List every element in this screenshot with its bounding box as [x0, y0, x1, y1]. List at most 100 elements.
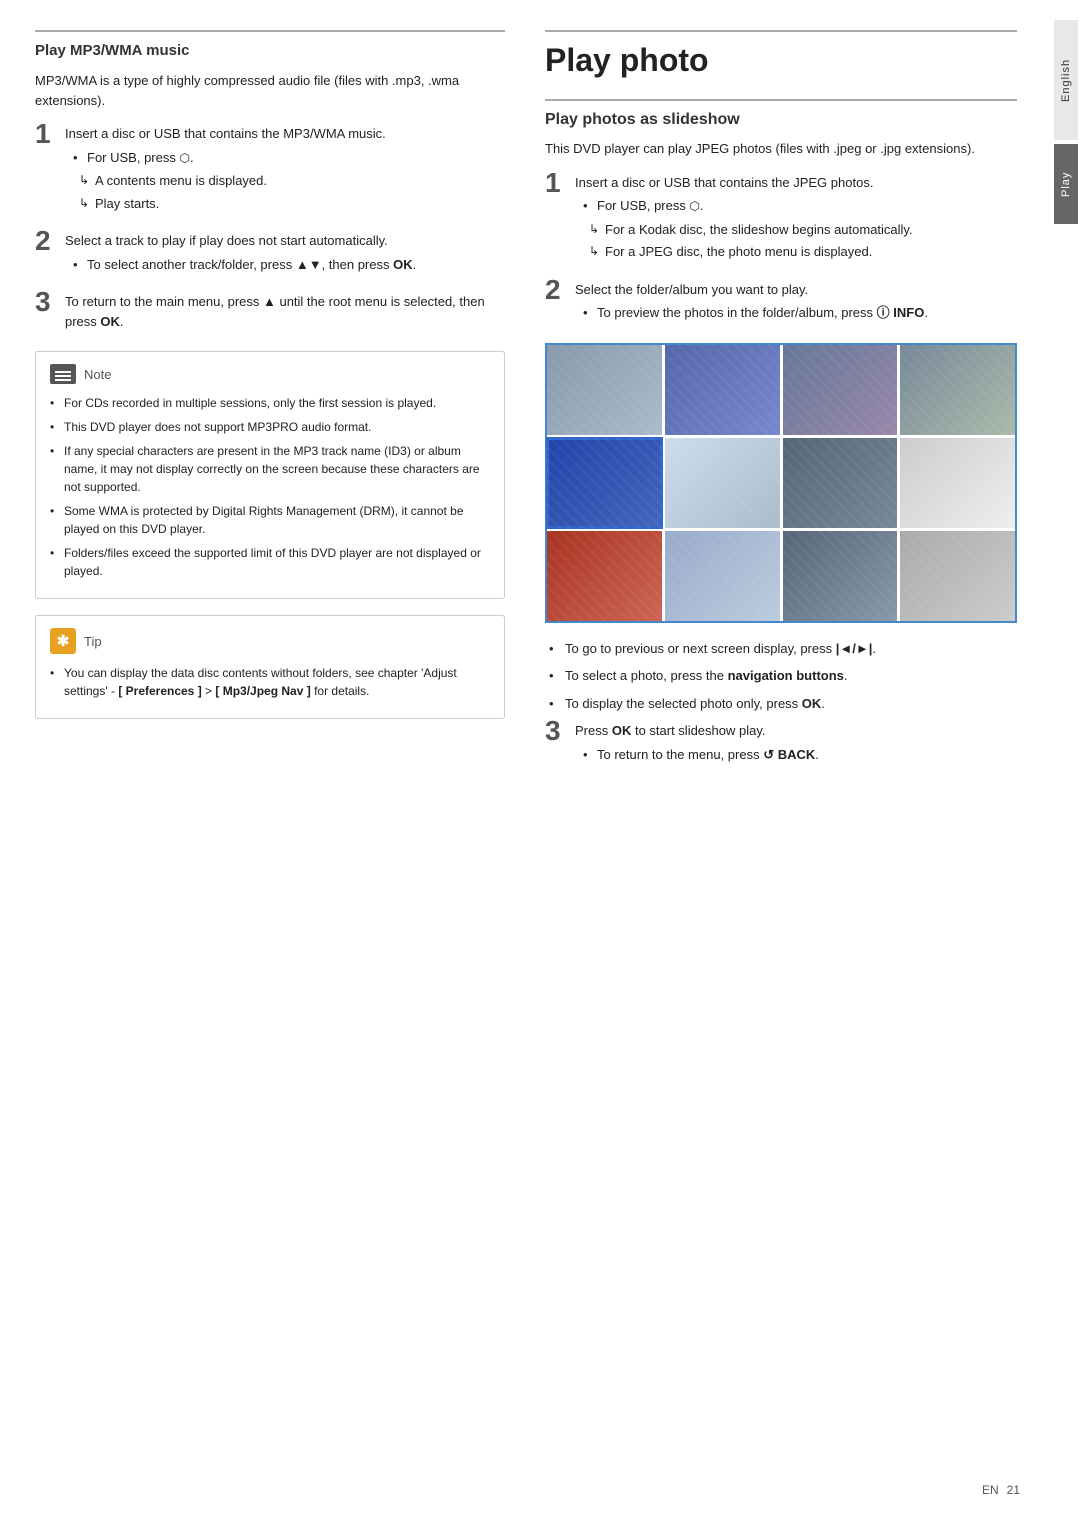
photo-cell-9 — [547, 531, 662, 621]
note-label: Note — [84, 367, 111, 382]
side-tab-play: Play — [1054, 144, 1078, 224]
right-step-1-number: 1 — [545, 169, 567, 197]
usb-symbol-2: ⬡ — [689, 199, 699, 213]
step-1-content: Insert a disc or USB that contains the M… — [65, 124, 505, 217]
step-2-bullet-1: To select another track/folder, press ▲▼… — [73, 255, 505, 275]
step-2-content: Select a track to play if play does not … — [65, 231, 505, 278]
right-step-1-bullet-1: For USB, press ⬡. — [583, 196, 1017, 216]
right-column: Play photo Play photos as slideshow This… — [545, 30, 1017, 1497]
after-grid-bullets: To go to previous or next screen display… — [549, 639, 1017, 714]
right-step-2-content: Select the folder/album you want to play… — [575, 280, 1017, 327]
right-step-1-arrow-2: For a JPEG disc, the photo menu is displ… — [589, 242, 1017, 262]
note-list: For CDs recorded in multiple sessions, o… — [50, 394, 490, 580]
note-item-1: For CDs recorded in multiple sessions, o… — [50, 394, 490, 412]
photo-cell-3 — [783, 345, 898, 435]
photo-cell-10 — [665, 531, 780, 621]
photo-cell-6 — [665, 438, 780, 528]
tip-label: Tip — [84, 634, 102, 649]
ok-label-1: OK — [393, 257, 413, 272]
page-number: 21 — [1007, 1483, 1020, 1497]
step-2-bullets: To select another track/folder, press ▲▼… — [73, 255, 505, 275]
page-container: Play MP3/WMA music MP3/WMA is a type of … — [0, 0, 1080, 1527]
info-symbol: ⓘ INFO — [877, 305, 925, 320]
nav-symbol: ▲▼ — [296, 257, 322, 272]
photo-cell-11 — [783, 531, 898, 621]
step-3-number: 3 — [35, 288, 57, 316]
note-item-4: Some WMA is protected by Digital Rights … — [50, 502, 490, 538]
right-step-2-bullet-1: To preview the photos in the folder/albu… — [583, 303, 1017, 323]
main-content: Play MP3/WMA music MP3/WMA is a type of … — [0, 0, 1052, 1527]
photo-cell-12 — [900, 531, 1015, 621]
ok-label-3: OK — [802, 696, 822, 711]
tip-list: You can display the data disc contents w… — [50, 664, 490, 700]
tip-icon: ✱ — [50, 628, 76, 654]
note-item-2: This DVD player does not support MP3PRO … — [50, 418, 490, 436]
right-step-3-number: 3 — [545, 717, 567, 745]
left-section-title: Play MP3/WMA music — [35, 30, 505, 59]
right-step-1-arrows: For a Kodak disc, the slideshow begins a… — [589, 220, 1017, 262]
right-main-title: Play photo — [545, 30, 1017, 79]
right-step-1-main: Insert a disc or USB that contains the J… — [575, 173, 1017, 193]
right-intro: This DVD player can play JPEG photos (fi… — [545, 139, 1017, 159]
note-icon-lines — [55, 371, 71, 373]
step-1-bullets: For USB, press ⬡. — [73, 148, 505, 168]
page-footer: EN 21 — [35, 1483, 1020, 1497]
right-step-3-bullets: To return to the menu, press ↺ BACK. — [583, 745, 1017, 765]
after-grid-bullet-1: To go to previous or next screen display… — [549, 639, 1017, 659]
step-3-main: To return to the main menu, press ▲ unti… — [65, 292, 505, 331]
right-step-1: 1 Insert a disc or USB that contains the… — [545, 173, 1017, 266]
step-3: 3 To return to the main menu, press ▲ un… — [35, 292, 505, 335]
tip-pref-link: [ Preferences ] — [118, 684, 201, 698]
photo-cell-2 — [665, 345, 780, 435]
side-tab-english: English — [1054, 20, 1078, 140]
step-1-number: 1 — [35, 120, 57, 148]
right-step-2-bullets: To preview the photos in the folder/albu… — [583, 303, 1017, 323]
note-item-5: Folders/files exceed the supported limit… — [50, 544, 490, 580]
ok-label-4: OK — [612, 723, 632, 738]
right-step-3: 3 Press OK to start slideshow play. To r… — [545, 721, 1017, 768]
tip-header: ✱ Tip — [50, 628, 490, 654]
right-step-3-content: Press OK to start slideshow play. To ret… — [575, 721, 1017, 768]
step-2: 2 Select a track to play if play does no… — [35, 231, 505, 278]
step-1: 1 Insert a disc or USB that contains the… — [35, 124, 505, 217]
right-step-3-bullet-1: To return to the menu, press ↺ BACK. — [583, 745, 1017, 765]
step-2-number: 2 — [35, 227, 57, 255]
prev-next-symbol: |◄/►| — [836, 641, 873, 656]
photo-grid — [545, 343, 1017, 623]
step-3-content: To return to the main menu, press ▲ unti… — [65, 292, 505, 335]
usb-symbol-1: ⬡ — [179, 151, 189, 165]
step-1-main: Insert a disc or USB that contains the M… — [65, 124, 505, 144]
page-lang: EN — [982, 1483, 999, 1497]
tip-item-1: You can display the data disc contents w… — [50, 664, 490, 700]
note-item-3: If any special characters are present in… — [50, 442, 490, 496]
note-icon — [50, 364, 76, 384]
note-box: Note For CDs recorded in multiple sessio… — [35, 351, 505, 599]
side-tab: English Play — [1052, 0, 1080, 1527]
left-column: Play MP3/WMA music MP3/WMA is a type of … — [35, 30, 505, 1497]
ok-label-2: OK — [100, 314, 120, 329]
note-header: Note — [50, 364, 490, 384]
tip-box: ✱ Tip You can display the data disc cont… — [35, 615, 505, 719]
tip-nav-link: [ Mp3/Jpeg Nav ] — [215, 684, 310, 698]
nav-buttons-label: navigation buttons — [728, 668, 844, 683]
photo-cell-4 — [900, 345, 1015, 435]
right-step-2-number: 2 — [545, 276, 567, 304]
up-arrow-symbol: ▲ — [263, 294, 276, 309]
step-2-main: Select a track to play if play does not … — [65, 231, 505, 251]
photo-cell-8 — [900, 438, 1015, 528]
back-symbol: ↺ BACK — [763, 747, 815, 762]
right-step-2: 2 Select the folder/album you want to pl… — [545, 280, 1017, 327]
right-step-1-content: Insert a disc or USB that contains the J… — [575, 173, 1017, 266]
step-1-bullet-1: For USB, press ⬡. — [73, 148, 505, 168]
after-grid-bullet-2: To select a photo, press the navigation … — [549, 666, 1017, 686]
photo-cell-5-highlighted — [547, 438, 662, 528]
right-subsection-title: Play photos as slideshow — [545, 99, 1017, 129]
step-1-arrow-2: Play starts. — [79, 194, 505, 214]
step-1-arrows: A contents menu is displayed. Play start… — [79, 171, 505, 213]
right-step-3-main: Press OK to start slideshow play. — [575, 721, 1017, 741]
after-grid-bullet-3: To display the selected photo only, pres… — [549, 694, 1017, 714]
right-step-2-main: Select the folder/album you want to play… — [575, 280, 1017, 300]
left-intro: MP3/WMA is a type of highly compressed a… — [35, 71, 505, 110]
photo-cell-7 — [783, 438, 898, 528]
photo-cell-1 — [547, 345, 662, 435]
